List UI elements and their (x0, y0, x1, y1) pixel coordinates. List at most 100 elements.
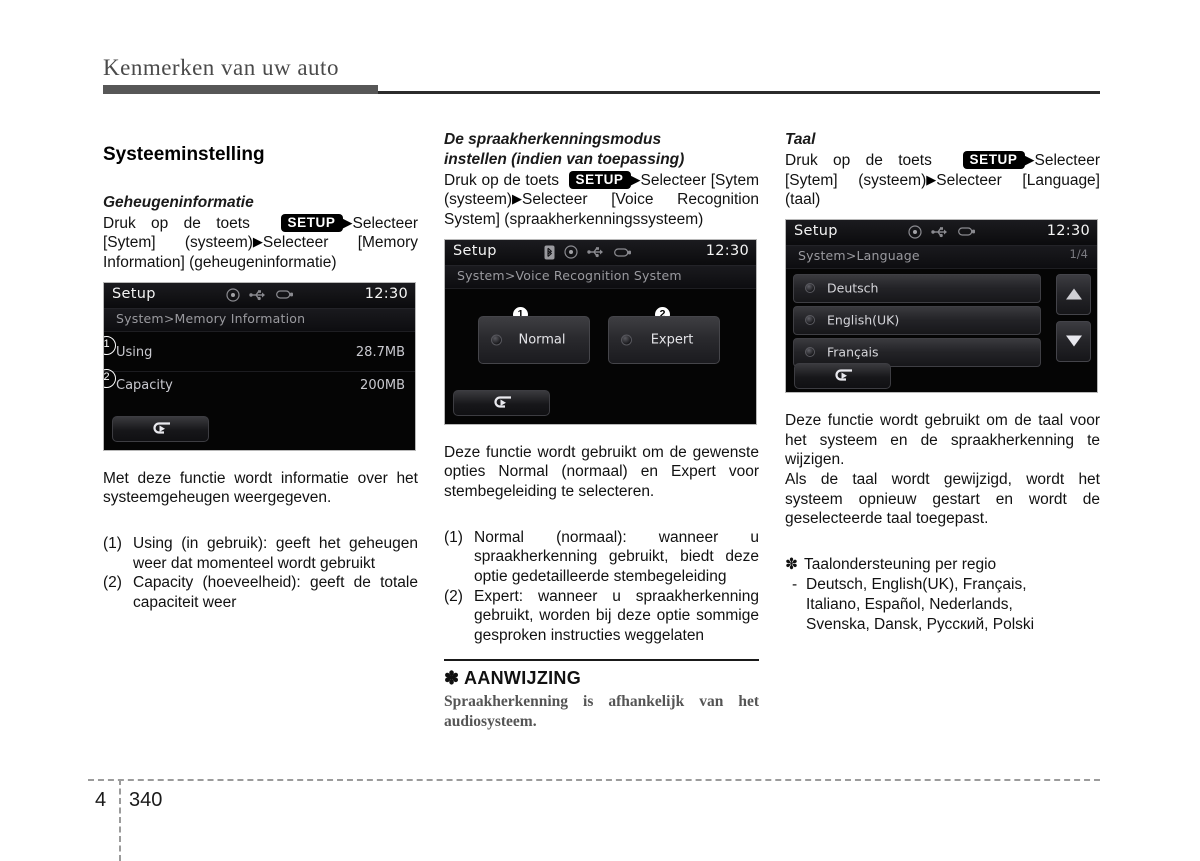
device-clock: 12:30 (705, 242, 749, 259)
back-button[interactable] (453, 389, 550, 416)
note-title-text: AANWIJZING (464, 667, 582, 688)
list-marker: (2) (444, 587, 463, 605)
device-clock: 12:30 (1046, 222, 1090, 239)
header-rule-thin (378, 91, 1100, 95)
device-breadcrumb: System>Language (786, 245, 1097, 269)
device-icon (275, 290, 293, 299)
usb-icon (587, 247, 604, 258)
page-indicator: 1/4 (1069, 246, 1088, 261)
column-left: Systeeminstelling Geheugeninformatie Dru… (103, 130, 418, 613)
device-icon (614, 248, 632, 257)
device-titlebar: Setup 12:30 (104, 282, 415, 309)
setup-key-badge: SETUP (568, 170, 631, 190)
right-description-1: Deze functie wordt gebruikt om de taal v… (785, 411, 1100, 469)
device-breadcrumb: System>Memory Information (104, 308, 415, 332)
voice-option-label: Normal (518, 332, 566, 348)
back-button[interactable] (794, 362, 891, 389)
language-row-deutsch[interactable]: Deutsch (793, 273, 1041, 303)
list-marker: (1) (444, 528, 463, 546)
right-note-lines: - Deutsch, English(UK), Français, Italia… (785, 575, 1100, 635)
radio-icon (805, 315, 815, 326)
left-instruction-pre: Druk op de toets (103, 214, 250, 232)
arrow-icon: ▶ (252, 234, 263, 250)
language-label: Deutsch (827, 280, 879, 296)
device-titlebar: Setup 12:30 (445, 239, 756, 266)
middle-instruction-pre: Druk op de toets (444, 171, 560, 189)
device-breadcrumb-text: System>Memory Information (116, 310, 306, 326)
setup-key-badge: SETUP (962, 150, 1025, 170)
setup-key-badge: SETUP (280, 213, 343, 233)
back-arrow-icon (493, 396, 511, 408)
bluetooth-icon (544, 245, 555, 260)
disc-icon (564, 245, 578, 259)
arrow-icon: ▶ (926, 171, 937, 187)
arrow-icon: ▶ (512, 191, 523, 207)
radio-icon (805, 283, 815, 294)
device-title: Setup (453, 242, 497, 259)
radio-icon (805, 347, 815, 358)
page-title: Kenmerken van uw auto (103, 55, 339, 80)
left-list-item-1: (1) Using (in gebruik): geeft het geheug… (103, 534, 418, 573)
device-status-icons (225, 288, 294, 302)
note-symbol-icon: ✽ (444, 667, 460, 688)
note-title: ✽ AANWIJZING (444, 668, 759, 689)
bullet-dash-icon: - (792, 576, 798, 594)
right-description-2: Als de taal wordt gewijzigd, wordt het s… (785, 470, 1100, 528)
memory-row-using: Using 28.7MB (104, 338, 415, 372)
device-breadcrumb-text: System>Language (798, 247, 920, 263)
list-text: Expert: wanneer u spraakherkenning gebru… (474, 587, 759, 645)
scroll-up-button[interactable] (1056, 273, 1091, 315)
device-titlebar: Setup 12:30 (786, 219, 1097, 246)
device-title: Setup (794, 222, 838, 239)
middle-instruction: Druk op de toets SETUP ▶Selecteer [Sytem … (444, 170, 759, 230)
note-symbol-icon: ✽ (785, 555, 798, 573)
header-rule-thick (103, 85, 378, 95)
list-marker: (1) (103, 534, 122, 552)
page-footer: 4 340 (0, 779, 1200, 861)
device-body: 1 2 Normal Expert (445, 288, 756, 424)
memory-row-label: Capacity (116, 377, 173, 393)
device-screenshot-language: Setup 12:30 System>Language Deutsch Engl… (785, 218, 1098, 393)
device-body: Using 28.7MB Capacity 200MB (104, 331, 415, 450)
middle-list-item-1: (1) Normal (normaal): wanneer u spraakhe… (444, 528, 759, 587)
language-row-english-uk[interactable]: English(UK) (793, 305, 1041, 335)
right-instruction-post2: (systeem) (858, 171, 927, 189)
scroll-down-button[interactable] (1056, 320, 1091, 362)
voice-option-normal[interactable]: Normal (478, 315, 590, 364)
note-divider (444, 658, 759, 661)
subsection-title-taal: Taal (785, 131, 816, 148)
usb-icon (248, 289, 265, 300)
footer-chapter-number: 4 (95, 789, 107, 811)
footer-page-number: 340 (129, 789, 163, 811)
right-note-lines-text: Deutsch, English(UK), Français, Italiano… (806, 575, 1100, 635)
left-list-item-2: (2) Capacity (hoeveelheid): geeft de tot… (103, 573, 418, 612)
usb-icon (930, 227, 947, 237)
device-title: Setup (112, 285, 156, 302)
disc-icon (225, 288, 240, 302)
voice-option-expert[interactable]: Expert (608, 315, 720, 364)
device-status-icons (544, 245, 632, 260)
language-label: Français (827, 344, 879, 360)
right-instruction: Druk op de toets SETUP ▶Selecteer [Sytem]… (785, 150, 1100, 210)
footer-divider-horizontal (88, 779, 1100, 781)
left-description: Met deze functie wordt informatie over h… (103, 469, 418, 507)
triangle-down-icon (1065, 335, 1082, 347)
device-breadcrumb-text: System>Voice Recognition System (457, 267, 682, 283)
memory-row-capacity: Capacity 200MB (104, 371, 415, 404)
right-note-line-3: Svenska, Dansk, Русский, Polski (806, 616, 1035, 634)
device-body: Deutsch English(UK) Français (786, 268, 1097, 392)
column-middle: De spraakherkenningsmodus instellen (indi… (444, 130, 759, 731)
triangle-up-icon (1065, 288, 1082, 300)
middle-list-item-2: (2) Expert: wanneer u spraakherkenning g… (444, 587, 759, 646)
section-title-systeeminstelling: Systeeminstelling (103, 144, 265, 165)
device-clock: 12:30 (364, 285, 408, 302)
right-note-title: Taalondersteuning per regio (804, 555, 997, 573)
middle-description: Deze functie wordt gebruikt om de gewens… (444, 443, 759, 501)
back-button[interactable] (112, 415, 209, 442)
right-note-line-2: Italiano, Español, Nederlands, (806, 596, 1013, 614)
device-status-icons (907, 225, 976, 239)
language-label: English(UK) (827, 312, 900, 328)
memory-row-value: 200MB (360, 377, 405, 393)
arrow-icon: ▶ (1024, 151, 1035, 167)
subsection-title-spraakherkenningsmodus: De spraakherkenningsmodus instellen (indi… (444, 130, 759, 170)
